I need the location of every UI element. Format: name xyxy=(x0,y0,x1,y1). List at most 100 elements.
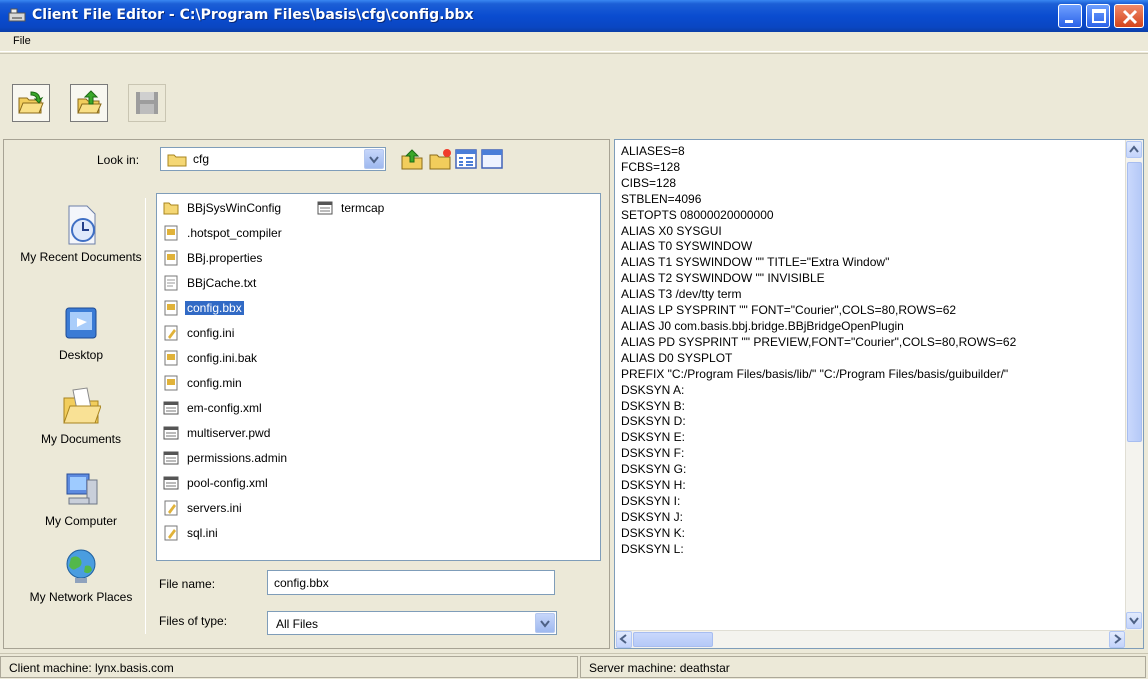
files-of-type-dropdown-button[interactable] xyxy=(535,613,555,633)
editor-line: DSKSYN E: xyxy=(621,430,686,445)
editor-line: DSKSYN G: xyxy=(621,462,687,477)
place-label: My Recent Documents xyxy=(20,250,142,264)
editor-line: ALIAS T0 SYSWINDOW xyxy=(621,239,753,254)
up-folder-icon[interactable] xyxy=(400,148,424,170)
scroll-right-button[interactable] xyxy=(1109,631,1125,648)
minimize-button[interactable] xyxy=(1058,4,1082,28)
place-label: My Network Places xyxy=(29,590,133,604)
horizontal-scroll-thumb[interactable] xyxy=(633,632,713,647)
file-name: BBjSysWinConfig xyxy=(187,201,282,215)
file-name-label: File name: xyxy=(159,577,216,591)
my-documents-icon xyxy=(63,387,101,424)
scroll-up-button[interactable] xyxy=(1126,141,1142,158)
editor-line: DSKSYN L: xyxy=(621,541,684,556)
file-name: config.min xyxy=(187,376,242,390)
editor-line: DSKSYN H: xyxy=(621,478,686,493)
chevron-left-icon xyxy=(619,634,627,644)
file-name: multiserver.pwd xyxy=(187,426,271,440)
file-name: config.ini.bak xyxy=(187,351,258,365)
chevron-up-icon xyxy=(1129,145,1139,153)
title-bar[interactable]: Client File Editor - C:\Program Files\ba… xyxy=(0,0,1148,32)
files-of-type-label: Files of type: xyxy=(159,614,228,628)
text-file-icon xyxy=(164,375,178,391)
open-server-button[interactable] xyxy=(70,84,108,122)
text-file-icon xyxy=(164,300,178,316)
chevron-down-icon xyxy=(369,156,379,164)
chevron-right-icon xyxy=(1114,634,1122,644)
vertical-scrollbar[interactable] xyxy=(1125,140,1143,632)
chevron-down-icon xyxy=(540,620,550,628)
xml-file-icon xyxy=(163,476,179,490)
editor-line: FCBS=128 xyxy=(621,159,681,174)
maximize-icon xyxy=(1092,9,1106,23)
editor-text[interactable]: ALIASES=8 FCBS=128 CIBS=128 STBLEN=4096 SETO… xyxy=(621,144,1121,628)
scroll-down-button[interactable] xyxy=(1126,612,1142,629)
file-name-value: config.bbx xyxy=(274,576,329,590)
status-bar: Client machine: lynx.basis.com Server ma… xyxy=(0,653,1148,679)
menu-file[interactable]: File xyxy=(13,35,31,47)
look-in-value: cfg xyxy=(193,152,210,166)
app-icon xyxy=(8,8,26,22)
editor-line: ALIASES=8 xyxy=(621,144,685,158)
file-list[interactable]: BBjSysWinConfig .hotspot_compiler BBj.pr… xyxy=(156,193,601,561)
settings-file-icon xyxy=(164,525,178,541)
new-folder-icon[interactable] xyxy=(428,148,452,170)
file-name: servers.ini xyxy=(187,501,242,515)
my-computer-icon xyxy=(66,473,98,505)
save-button[interactable] xyxy=(128,84,166,122)
place-network[interactable]: My Network Places xyxy=(16,546,146,605)
window-title: Client File Editor - C:\Program Files\ba… xyxy=(32,7,474,23)
view-menu-icon[interactable] xyxy=(480,148,504,170)
open-button[interactable] xyxy=(12,84,50,122)
place-my-documents[interactable]: My Documents xyxy=(16,384,146,447)
look-in-combo[interactable]: cfg xyxy=(160,147,386,171)
file-name-input[interactable]: config.bbx xyxy=(267,570,555,595)
editor-line: ALIAS T2 SYSWINDOW "" INVISIBLE xyxy=(621,271,825,286)
editor-line: PREFIX "C:/Program Files/basis/lib/" "C:… xyxy=(621,366,1009,381)
file-name: config.ini xyxy=(187,326,235,340)
editor-line: ALIAS J0 com.basis.bbj.bridge.BBjBridgeO… xyxy=(621,318,904,333)
file-name: termcap xyxy=(341,201,385,215)
editor-line: DSKSYN I: xyxy=(621,493,681,508)
files-of-type-combo[interactable]: All Files xyxy=(267,611,557,635)
editor-line: DSKSYN A: xyxy=(621,382,685,397)
desktop-icon xyxy=(65,307,97,339)
look-in-dropdown-button[interactable] xyxy=(364,149,384,169)
editor-line: STBLEN=4096 xyxy=(621,191,702,206)
editor-line: ALIAS PD SYSPRINT "" PREVIEW,FONT="Couri… xyxy=(621,334,1017,349)
editor-line: ALIAS X0 SYSGUI xyxy=(621,223,722,238)
scroll-corner xyxy=(1125,630,1143,648)
file-dialog: Look in: cfg My Recent Documents Desktop… xyxy=(3,139,610,649)
maximize-button[interactable] xyxy=(1086,4,1110,28)
place-recent-documents[interactable]: My Recent Documents xyxy=(16,202,146,265)
file-name: sql.ini xyxy=(187,526,218,540)
settings-file-icon xyxy=(164,325,178,341)
network-places-icon xyxy=(66,549,96,583)
place-my-computer[interactable]: My Computer xyxy=(16,470,146,529)
server-status-panel: Server machine: deathstar xyxy=(580,656,1146,678)
file-name: em-config.xml xyxy=(187,401,262,415)
folder-icon xyxy=(167,154,187,167)
close-button[interactable] xyxy=(1114,4,1144,28)
xml-file-icon xyxy=(163,426,179,440)
view-details-icon[interactable] xyxy=(454,148,478,170)
save-disk-icon xyxy=(136,92,158,114)
file-name: config.bbx xyxy=(185,301,244,315)
editor-line: CIBS=128 xyxy=(621,175,677,190)
file-name: BBjCache.txt xyxy=(187,276,257,290)
editor-line: ALIAS T1 SYSWINDOW "" TITLE="Extra Windo… xyxy=(621,255,890,270)
text-file-icon xyxy=(164,350,178,366)
look-in-label: Look in: xyxy=(97,153,140,167)
editor-line: DSKSYN B: xyxy=(621,398,686,413)
editor-line: SETOPTS 08000020000000 xyxy=(621,207,774,222)
client-status-panel: Client machine: lynx.basis.com xyxy=(0,656,578,678)
editor-line: DSKSYN D: xyxy=(621,414,686,429)
file-editor[interactable]: ALIASES=8 FCBS=128 CIBS=128 STBLEN=4096 SETO… xyxy=(614,139,1144,649)
place-label: My Computer xyxy=(44,514,118,528)
horizontal-scrollbar[interactable] xyxy=(615,630,1127,648)
text-file-icon xyxy=(164,225,178,241)
vertical-scroll-thumb[interactable] xyxy=(1127,162,1142,442)
editor-line: ALIAS T3 /dev/tty term xyxy=(621,287,742,302)
scroll-left-button[interactable] xyxy=(616,631,632,648)
place-desktop[interactable]: Desktop xyxy=(16,304,146,363)
